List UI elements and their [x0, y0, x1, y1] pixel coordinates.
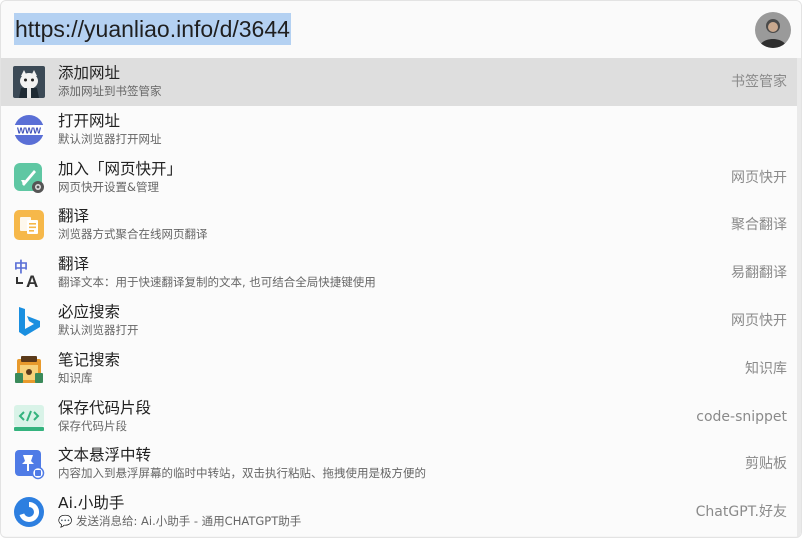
result-subtitle: 保存代码片段	[58, 418, 127, 433]
pin-icon	[15, 450, 45, 480]
result-subtitle: 默认浏览器打开网址	[58, 131, 162, 146]
result-title: 打开网址	[58, 111, 121, 130]
www-globe-icon: WWW	[14, 114, 44, 145]
cat-avatar-icon	[13, 66, 45, 98]
result-plugin: 聚合翻译	[731, 217, 787, 234]
code-icon	[14, 404, 44, 431]
user-avatar-icon	[755, 12, 791, 48]
result-title: 笔记搜索	[58, 350, 121, 369]
result-title: 保存代码片段	[58, 398, 152, 417]
result-row-text-float[interactable]: 文本悬浮中转 内容加入到悬浮屏幕的临时中转站，双击执行粘贴、拖拽使用是极方便的 …	[1, 440, 801, 489]
translate-doc-icon	[14, 210, 44, 241]
result-subtitle: 💬 发送消息给: Ai.小助手 - 通用CHATGPT助手	[58, 514, 302, 529]
search-bar[interactable]: https://yuanliao.info/d/3644	[1, 1, 801, 58]
result-subtitle: 翻译文本：用于快速翻译复制的文本, 也可结合全局快捷键使用	[58, 275, 376, 290]
result-subtitle: 默认浏览器打开	[58, 322, 139, 337]
launcher-window: https://yuanliao.info/d/3644 添加网址 添加网址到书…	[0, 0, 802, 538]
result-row-translate-web[interactable]: 翻译 浏览器方式聚合在线网页翻译 聚合翻译	[1, 201, 801, 250]
result-subtitle: 网页快开设置&管理	[58, 179, 159, 194]
result-plugin: 剪贴板	[745, 456, 787, 473]
search-input[interactable]: https://yuanliao.info/d/3644	[14, 13, 291, 45]
result-row-add-url[interactable]: 添加网址 添加网址到书签管家 书签管家	[1, 58, 801, 106]
svg-text:A: A	[26, 272, 38, 289]
ai-assistant-icon	[14, 497, 44, 528]
result-subtitle: 内容加入到悬浮屏幕的临时中转站，双击执行粘贴、拖拽使用是极方便的	[58, 466, 426, 481]
scrollbar[interactable]	[797, 58, 801, 537]
result-plugin: 易翻翻译	[731, 265, 787, 282]
rocket-icon	[14, 162, 44, 193]
result-title: Ai.小助手	[58, 494, 125, 513]
result-title: 必应搜索	[58, 302, 121, 321]
result-title: 翻译	[58, 255, 90, 274]
bing-icon	[19, 306, 40, 336]
result-subtitle: 添加网址到书签管家	[58, 84, 162, 98]
result-row-code-snippet[interactable]: 保存代码片段 保存代码片段 code-snippet	[1, 392, 801, 441]
result-title: 加入「网页快开」	[58, 159, 183, 178]
result-row-ai-assistant[interactable]: Ai.小助手 💬 发送消息给: Ai.小助手 - 通用CHATGPT助手 Cha…	[1, 488, 801, 536]
user-avatar[interactable]	[755, 12, 791, 48]
result-title: 添加网址	[58, 64, 121, 82]
result-subtitle: 浏览器方式聚合在线网页翻译	[58, 227, 208, 242]
result-row-web-quickopen[interactable]: 加入「网页快开」 网页快开设置&管理 网页快开	[1, 153, 801, 202]
result-title: 翻译	[58, 207, 90, 226]
result-plugin: ChatGPT.好友	[695, 504, 787, 521]
result-row-translate-text[interactable]: 中 A 翻译 翻译文本：用于快速翻译复制的文本, 也可结合全局快捷键使用 易翻翻…	[1, 249, 801, 297]
svg-text:WWW: WWW	[17, 125, 42, 135]
result-list: 添加网址 添加网址到书签管家 书签管家 WWW 打开网址 默认浏览器打开网址 加…	[1, 58, 801, 536]
result-subtitle: 知识库	[58, 370, 93, 385]
zh-a-translate-icon: 中 A	[14, 259, 38, 289]
result-plugin: 知识库	[745, 360, 787, 377]
result-title: 文本悬浮中转	[58, 446, 152, 465]
result-row-note-search[interactable]: 笔记搜索 知识库 知识库	[1, 344, 801, 393]
result-plugin: 网页快开	[731, 169, 787, 186]
result-plugin: 网页快开	[731, 312, 787, 329]
result-plugin: code-snippet	[696, 408, 787, 425]
result-row-open-url[interactable]: WWW 打开网址 默认浏览器打开网址	[1, 105, 801, 154]
result-plugin: 书签管家	[731, 74, 787, 90]
result-row-bing-search[interactable]: 必应搜索 默认浏览器打开 网页快开	[1, 296, 801, 345]
notebook-icon	[15, 355, 43, 383]
